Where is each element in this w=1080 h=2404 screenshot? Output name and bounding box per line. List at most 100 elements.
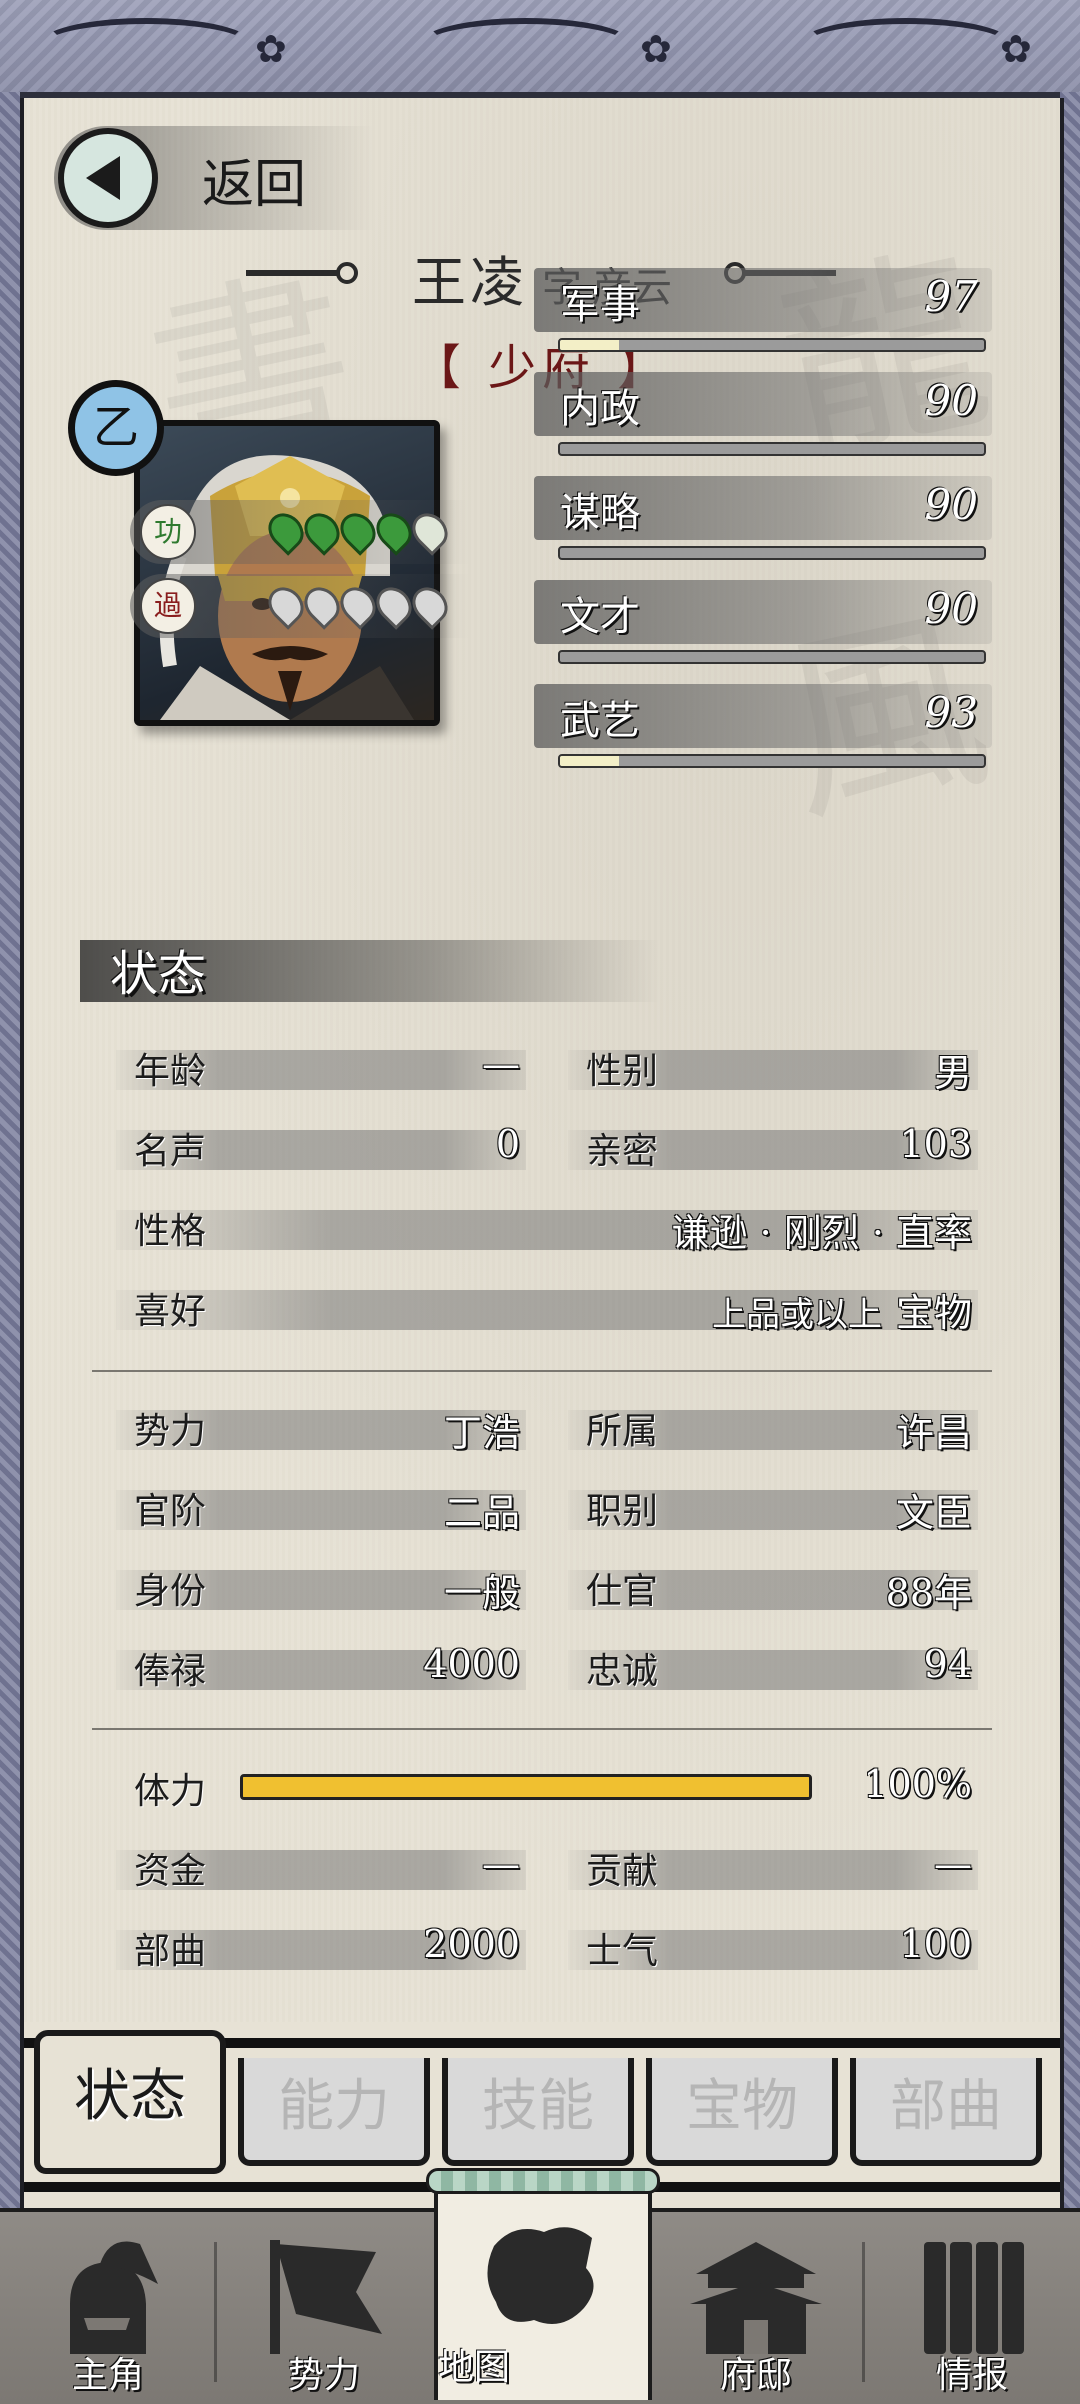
stat-bar — [558, 338, 986, 352]
info-value: 男 — [933, 1051, 972, 1095]
fault-row: 過 — [130, 574, 470, 638]
back-button[interactable]: 返回 — [54, 126, 374, 230]
nav-mansion[interactable]: 府邸 — [648, 2212, 864, 2404]
info-label: 部曲 — [134, 1931, 207, 1972]
stat-label: 军事 — [560, 282, 640, 328]
stat-martial: 武艺 93 — [534, 684, 992, 772]
merit-row: 功 — [130, 500, 470, 564]
stat-label: 武艺 — [560, 698, 640, 744]
stat-bar — [558, 442, 986, 456]
band-swirl-decoration — [420, 18, 632, 70]
info-label: 年龄 — [134, 1051, 207, 1092]
band-swirl-decoration — [800, 18, 1012, 70]
grade-badge: 乙 — [68, 380, 164, 476]
info-value: 一般 — [443, 1571, 520, 1615]
contribution-row: 贡献 — — [568, 1842, 978, 1894]
status-section-header: 状态 — [80, 940, 660, 1002]
gender-row: 性别 男 — [568, 1042, 978, 1095]
stat-value: 93 — [924, 688, 978, 737]
personality-row: 性格 谦逊 · 刚烈 · 直率 — [116, 1202, 978, 1255]
faction-row: 势力 丁浩 — [116, 1402, 526, 1455]
nav-intel[interactable]: 情报 — [864, 2212, 1080, 2404]
stat-label: 谋略 — [560, 490, 640, 536]
info-value: 文臣 — [895, 1491, 972, 1535]
stat-bar — [558, 650, 986, 664]
stamina-bar — [240, 1774, 812, 1800]
info-label: 所属 — [586, 1411, 659, 1452]
info-value: 103 — [899, 1122, 972, 1166]
stat-bar-fill — [560, 756, 620, 766]
stat-literary: 文才 90 — [534, 580, 992, 668]
info-value: — — [482, 1842, 520, 1886]
point-empty-icon — [405, 580, 455, 630]
section-divider — [92, 1370, 992, 1372]
mansion-icon — [690, 2242, 822, 2354]
flag-icon — [270, 2240, 382, 2354]
nav-protagonist[interactable]: 主角 — [0, 2212, 216, 2404]
tab-skills[interactable]: 技能 — [442, 2058, 634, 2166]
section-divider — [92, 1728, 992, 1730]
fame-row: 名声 0 — [116, 1122, 526, 1174]
age-row: 年龄 — — [116, 1042, 526, 1094]
nav-label: 地图 — [438, 2347, 511, 2388]
stat-bar — [558, 546, 986, 560]
top-decorative-band: ✿ ✿ ✿ — [0, 0, 1080, 98]
section-title: 状态 — [110, 946, 207, 1002]
info-value: 88年 — [885, 1571, 972, 1615]
info-label: 性格 — [134, 1211, 207, 1252]
nav-label: 府邸 — [719, 2355, 792, 2396]
back-label: 返回 — [202, 155, 307, 215]
stat-strategy: 谋略 90 — [534, 476, 992, 564]
stat-military: 军事 97 — [534, 268, 992, 356]
merit-icon: 功 — [140, 504, 196, 560]
info-label: 名声 — [134, 1131, 207, 1172]
general-portrait-illustration — [159, 455, 414, 720]
service-row: 仕官 88年 — [568, 1562, 978, 1615]
nav-label: 势力 — [287, 2355, 360, 2396]
tab-ability[interactable]: 能力 — [238, 2058, 430, 2166]
info-label: 资金 — [134, 1851, 207, 1892]
info-value: 100% — [863, 1762, 972, 1806]
band-swirl-decoration — [40, 18, 252, 70]
info-value: 4000 — [423, 1642, 520, 1686]
stat-politics: 内政 90 — [534, 372, 992, 460]
info-value: 上品或以上 宝物 — [712, 1282, 972, 1337]
warrior-head-icon — [70, 2241, 158, 2354]
nav-map-scroll-cap — [426, 2168, 660, 2194]
stat-value: 90 — [924, 376, 978, 425]
info-value: — — [482, 1042, 520, 1086]
info-value: 94 — [923, 1642, 972, 1686]
flower-icon: ✿ — [640, 27, 672, 71]
scroll-book-icon — [924, 2242, 1024, 2354]
flower-icon: ✿ — [255, 27, 287, 71]
stat-label: 内政 — [560, 386, 640, 432]
map-icon — [487, 2227, 594, 2324]
back-arrow-icon — [58, 128, 158, 228]
tab-treasure[interactable]: 宝物 — [646, 2058, 838, 2166]
info-label: 身份 — [134, 1571, 207, 1612]
belong-row: 所属 许昌 — [568, 1402, 978, 1455]
stat-value: 97 — [924, 272, 978, 321]
info-value: 丁浩 — [443, 1411, 520, 1455]
morale-row: 士气 100 — [568, 1922, 978, 1974]
tab-status[interactable]: 状态 — [34, 2030, 226, 2174]
info-value: 许昌 — [895, 1411, 972, 1455]
info-label: 体力 — [134, 1771, 207, 1812]
stat-value: 90 — [924, 584, 978, 633]
character-portrait[interactable] — [134, 420, 440, 726]
info-label: 性别 — [586, 1051, 659, 1092]
nav-map[interactable]: 地图 — [434, 2172, 652, 2400]
info-label: 贡献 — [586, 1851, 659, 1892]
nav-faction[interactable]: 势力 — [216, 2212, 432, 2404]
info-label: 亲密 — [586, 1131, 659, 1172]
info-value: 2000 — [423, 1922, 520, 1966]
troops-row: 部曲 2000 — [116, 1922, 526, 1974]
tab-troops[interactable]: 部曲 — [850, 2058, 1042, 2166]
fault-icon: 過 — [140, 578, 196, 634]
character-panel: 書 龍 風 返回 王凌字彦云 【 少府 】 乙 功 — [20, 98, 1064, 2208]
stat-bar-fill — [560, 340, 620, 350]
info-value: 0 — [495, 1122, 520, 1166]
point-empty-icon — [405, 506, 455, 556]
info-label: 俸禄 — [134, 1651, 207, 1692]
info-label: 士气 — [586, 1931, 659, 1972]
